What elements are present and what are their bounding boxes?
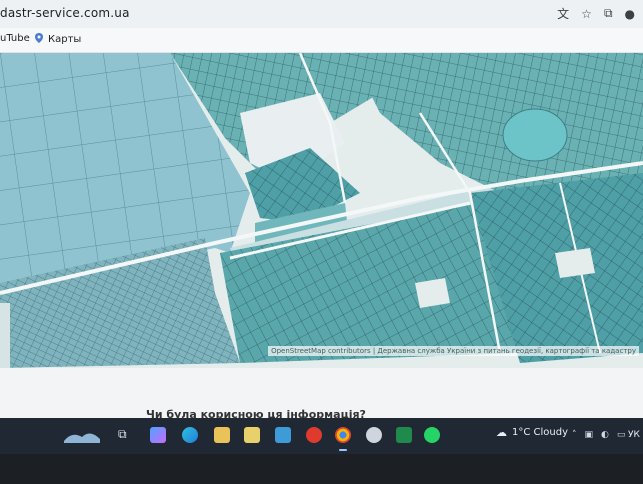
store-icon[interactable] <box>275 427 291 443</box>
address-bar-icons: 文 ☆ ⧉ ● <box>557 5 635 22</box>
system-tray: ˄ ▣ ◐ ▭ <box>572 430 625 440</box>
network-icon[interactable]: ▣ <box>585 430 594 440</box>
url-text[interactable]: dastr-service.com.ua <box>0 6 130 20</box>
browser-screen: dastr-service.com.ua 文 ☆ ⧉ ● uTube Карты <box>0 0 643 430</box>
copilot-icon[interactable] <box>150 427 166 443</box>
file-explorer-icon[interactable] <box>214 427 230 443</box>
bookmark-youtube[interactable]: uTube <box>0 33 30 44</box>
task-view-icon[interactable]: ⧉ <box>118 427 134 443</box>
excel-icon[interactable] <box>396 427 412 443</box>
chrome-active-indicator <box>339 449 347 451</box>
translate-icon[interactable]: 文 <box>557 5 569 22</box>
monitor-bezel <box>0 454 643 484</box>
edge-icon[interactable] <box>182 427 198 443</box>
chrome-icon[interactable] <box>335 427 351 443</box>
opera-icon[interactable] <box>306 427 322 443</box>
maps-icon <box>34 33 44 43</box>
cadastral-map[interactable]: OpenStreetMap contributors | Державна сл… <box>0 53 643 368</box>
folder-icon[interactable] <box>244 427 260 443</box>
bookmark-star-icon[interactable]: ☆ <box>581 7 592 21</box>
weather-text: 1°C Cloudy <box>512 427 569 438</box>
bookmark-label: Карты <box>48 34 82 45</box>
weather-widget[interactable]: ☁ 1°C Cloudy <box>496 426 568 439</box>
volume-icon[interactable]: ◐ <box>601 430 609 440</box>
profile-icon[interactable]: ● <box>625 7 635 21</box>
bookmark-label: uTube <box>0 33 30 44</box>
whatsapp-icon[interactable] <box>424 427 440 443</box>
windows-taskbar: ⧉ ☁ 1°C Cloudy ˄ ▣ ◐ ▭ УК <box>0 418 643 454</box>
chevron-up-icon[interactable]: ˄ <box>572 430 577 440</box>
map-attribution[interactable]: OpenStreetMap contributors | Державна сл… <box>268 346 639 356</box>
language-indicator[interactable]: УК <box>628 430 640 440</box>
bookmarks-bar: uTube Карты <box>0 28 643 53</box>
cloud-icon: ☁ <box>496 426 507 439</box>
app-icon[interactable] <box>366 427 382 443</box>
battery-icon[interactable]: ▭ <box>617 430 626 440</box>
address-bar[interactable]: dastr-service.com.ua 文 ☆ ⧉ ● <box>0 0 643 29</box>
map-canvas[interactable] <box>0 53 643 368</box>
widgets-icon[interactable] <box>62 427 102 443</box>
bookmark-maps[interactable]: Карты <box>34 33 81 45</box>
extensions-icon[interactable]: ⧉ <box>604 6 613 21</box>
